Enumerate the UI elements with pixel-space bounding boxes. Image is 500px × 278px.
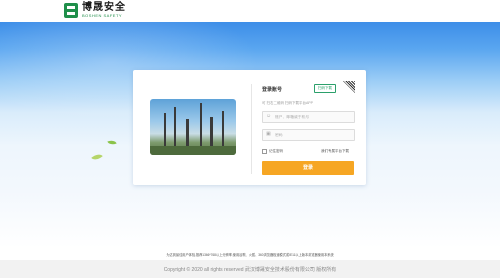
- username-input[interactable]: [275, 113, 351, 120]
- logo-name-en: BOSHEN SAFETY: [82, 13, 123, 18]
- lock-icon: ▣: [266, 131, 271, 137]
- login-hint: 可 扫右二维码 扫码下载平台APP: [262, 101, 313, 105]
- hero-banner: 安全风险-隐患排查双预控管理平台 登录账号 扫码下载 可 扫右二维码 扫码下载平…: [0, 22, 500, 248]
- footer: Copyright © 2020 all rights reserved 武汉博…: [0, 260, 500, 278]
- login-card: 登录账号 扫码下载 可 扫右二维码 扫码下载平台APP ☺ ▣ 记住密码 我们专…: [133, 70, 366, 185]
- logo-text: 博晟安全 BOSHEN SAFETY: [82, 3, 126, 18]
- qr-code-icon[interactable]: [343, 81, 355, 93]
- remember-label: 记住密码: [269, 149, 283, 153]
- login-title: 登录账号: [262, 87, 283, 93]
- card-divider: [251, 84, 252, 174]
- logo-name-cn: 博晟安全: [82, 2, 126, 13]
- leaf-decoration-icon: [91, 151, 103, 163]
- download-link[interactable]: 我们专属平台下载: [321, 149, 349, 154]
- remember-checkbox[interactable]: [262, 149, 267, 154]
- password-field[interactable]: ▣: [262, 129, 355, 141]
- leaf-decoration-icon: [107, 138, 117, 147]
- browser-notice: 为达到最佳用户体验,推荐1366*768以上分辨率,使用谷歌、火狐、360浏览器…: [166, 253, 334, 257]
- copyright-text: Copyright © 2020 all rights reserved 武汉博…: [163, 267, 337, 273]
- password-input[interactable]: [275, 131, 351, 138]
- login-button[interactable]: 登录: [262, 161, 354, 175]
- top-bar: 博晟安全 BOSHEN SAFETY: [0, 0, 500, 22]
- company-logo[interactable]: 博晟安全 BOSHEN SAFETY: [64, 3, 126, 18]
- remember-password[interactable]: 记住密码: [262, 149, 283, 154]
- plant-illustration-image: [150, 99, 236, 155]
- username-field[interactable]: ☺: [262, 111, 355, 123]
- user-icon: ☺: [266, 113, 272, 119]
- logo-mark-icon: [64, 3, 78, 18]
- qr-download-tag[interactable]: 扫码下载: [314, 84, 336, 93]
